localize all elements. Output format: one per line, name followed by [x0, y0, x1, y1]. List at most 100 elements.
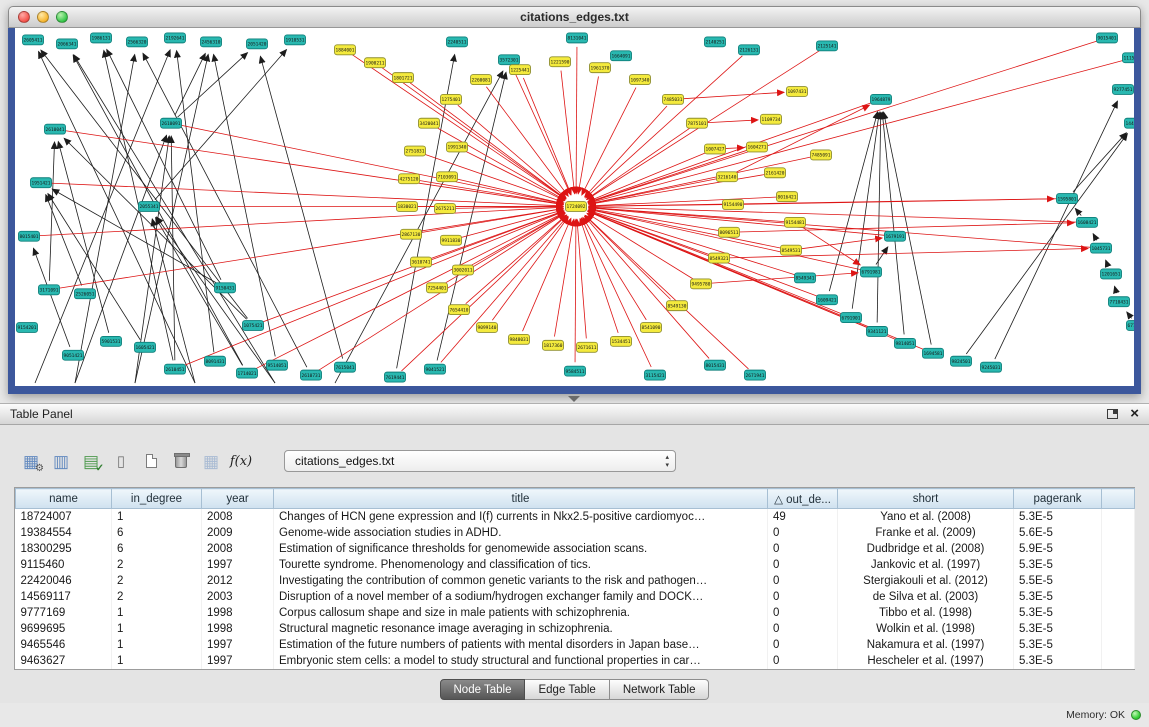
table-cell[interactable]: 5.3E-5: [1014, 589, 1102, 605]
graph-node[interactable]: 2610091: [161, 118, 182, 128]
close-panel-icon[interactable]: ×: [1130, 407, 1139, 421]
graph-node[interactable]: 1694581: [923, 348, 944, 358]
graph-node[interactable]: 9911830: [441, 235, 462, 245]
graph-node[interactable]: 3420041: [419, 118, 440, 128]
delete-table-icon[interactable]: [166, 448, 196, 474]
table-cell[interactable]: 2003: [202, 589, 274, 605]
table-cell[interactable]: 0: [768, 573, 838, 589]
graph-node[interactable]: 1900211: [365, 58, 386, 68]
table-cell[interactable]: 1: [112, 621, 202, 637]
float-panel-icon[interactable]: [1107, 409, 1118, 419]
graph-node[interactable]: 2566320: [127, 37, 148, 47]
graph-node[interactable]: 1961370: [590, 63, 611, 73]
table-cell[interactable]: 5.3E-5: [1014, 557, 1102, 573]
graph-node[interactable]: 7485091: [811, 150, 832, 160]
graph-node[interactable]: 1608421: [1077, 217, 1098, 227]
column-header-pagerank[interactable]: pagerank: [1014, 489, 1102, 509]
table-cell[interactable]: Disruption of a novel member of a sodium…: [274, 589, 768, 605]
graph-node[interactable]: 1609421: [817, 295, 838, 305]
table-cell[interactable]: 0: [768, 589, 838, 605]
table-cell[interactable]: Jankovic et al. (1997): [838, 557, 1014, 573]
graph-node[interactable]: 9154490: [723, 200, 744, 210]
graph-node[interactable]: 5901531: [101, 336, 122, 346]
table-cell[interactable]: Tourette syndrome. Phenomenology and cla…: [274, 557, 768, 573]
tab-edge-table[interactable]: Edge Table: [525, 679, 609, 700]
table-cell[interactable]: [1102, 653, 1135, 669]
network-canvas[interactable]: 2605411206634119861312566320219264124563…: [15, 28, 1134, 386]
graph-node[interactable]: 1595801: [1057, 194, 1078, 204]
column-header-in_degree[interactable]: in_degree: [112, 489, 202, 509]
table-cell[interactable]: Franke et al. (2009): [838, 525, 1014, 541]
table-cell[interactable]: 0: [768, 557, 838, 573]
table-cell[interactable]: 18300295: [16, 541, 112, 557]
graph-node[interactable]: 3002011: [453, 265, 474, 275]
graph-node[interactable]: 6791901: [841, 313, 862, 323]
column-header-title[interactable]: title: [274, 489, 768, 509]
graph-node[interactable]: 8016421: [777, 192, 798, 202]
table-cell[interactable]: 5.3E-5: [1014, 605, 1102, 621]
table-cell[interactable]: 5.9E-5: [1014, 541, 1102, 557]
graph-node[interactable]: 1991340: [447, 142, 468, 152]
table-cell[interactable]: 6: [112, 525, 202, 541]
graph-node[interactable]: 1817360: [543, 340, 564, 350]
table-cell[interactable]: 1997: [202, 557, 274, 573]
tab-network-table[interactable]: Network Table: [610, 679, 710, 700]
table-cell[interactable]: [1102, 637, 1135, 653]
graph-node[interactable]: 1201651: [1101, 269, 1122, 279]
table-cell[interactable]: 5.3E-5: [1014, 509, 1102, 526]
table-cell[interactable]: 9465546: [16, 637, 112, 653]
table-cell[interactable]: 2008: [202, 541, 274, 557]
graph-node[interactable]: 1801721: [393, 73, 414, 83]
graph-node[interactable]: 9015401: [1097, 33, 1118, 43]
table-cell[interactable]: [1102, 541, 1135, 557]
graph-node[interactable]: 1225441: [510, 65, 531, 75]
graph-node[interactable]: 9584511: [565, 366, 586, 376]
table-cell[interactable]: Structural magnetic resonance image aver…: [274, 621, 768, 637]
table-cell[interactable]: Nakamura et al. (1997): [838, 637, 1014, 653]
graph-node[interactable]: 7619441: [385, 372, 406, 382]
table-cell[interactable]: 0: [768, 621, 838, 637]
graph-node[interactable]: 1443161: [1125, 118, 1135, 128]
graph-node[interactable]: 9514051: [267, 360, 288, 370]
column-header-out_de[interactable]: △ out_de...: [768, 489, 838, 509]
graph-node[interactable]: 1664091: [611, 51, 632, 61]
graph-node[interactable]: 2125141: [817, 41, 838, 51]
graph-node[interactable]: 1097340: [630, 75, 651, 85]
table-row[interactable]: 969969511998Structural magnetic resonanc…: [16, 621, 1135, 637]
table-cell[interactable]: Hescheler et al. (1997): [838, 653, 1014, 669]
graph-node[interactable]: 1986131: [91, 33, 112, 43]
graph-node[interactable]: 2675211: [435, 204, 456, 214]
function-builder-icon[interactable]: f(x): [226, 448, 256, 474]
table-cell[interactable]: 18724007: [16, 509, 112, 526]
graph-node[interactable]: 3115421: [645, 370, 666, 380]
table-cell[interactable]: 1: [112, 509, 202, 526]
minimize-window-button[interactable]: [37, 11, 49, 23]
graph-node[interactable]: 1221590: [550, 57, 571, 67]
graph-node[interactable]: 1045731: [1091, 243, 1112, 253]
graph-node[interactable]: 3610741: [411, 257, 432, 267]
table-cell[interactable]: 1: [112, 637, 202, 653]
table-cell[interactable]: [1102, 573, 1135, 589]
graph-node[interactable]: 9341121: [867, 326, 888, 336]
graph-node[interactable]: 9495780: [691, 279, 712, 289]
graph-node[interactable]: 1884001: [335, 45, 356, 55]
table-cell[interactable]: Genome-wide association studies in ADHD.: [274, 525, 768, 541]
table-cell[interactable]: 5.6E-5: [1014, 525, 1102, 541]
table-cell[interactable]: 5.3E-5: [1014, 621, 1102, 637]
graph-node[interactable]: 1275401: [441, 94, 462, 104]
zoom-window-button[interactable]: [56, 11, 68, 23]
graph-node[interactable]: 6772081: [1127, 321, 1135, 331]
table-cell[interactable]: 1997: [202, 653, 274, 669]
table-cell[interactable]: 2012: [202, 573, 274, 589]
graph-node[interactable]: 2140251: [705, 37, 726, 47]
graph-node[interactable]: 8549130: [667, 301, 688, 311]
graph-node[interactable]: 8015431: [705, 360, 726, 370]
table-cell[interactable]: 1998: [202, 621, 274, 637]
graph-node[interactable]: 1679191: [885, 231, 906, 241]
table-row[interactable]: 946554611997Estimation of the future num…: [16, 637, 1135, 653]
graph-node[interactable]: 2240511: [447, 37, 468, 47]
graph-node[interactable]: 2610451: [165, 364, 186, 374]
table-cell[interactable]: [1102, 589, 1135, 605]
graph-node[interactable]: 2192641: [165, 33, 186, 43]
graph-node[interactable]: 3216140: [717, 172, 738, 182]
